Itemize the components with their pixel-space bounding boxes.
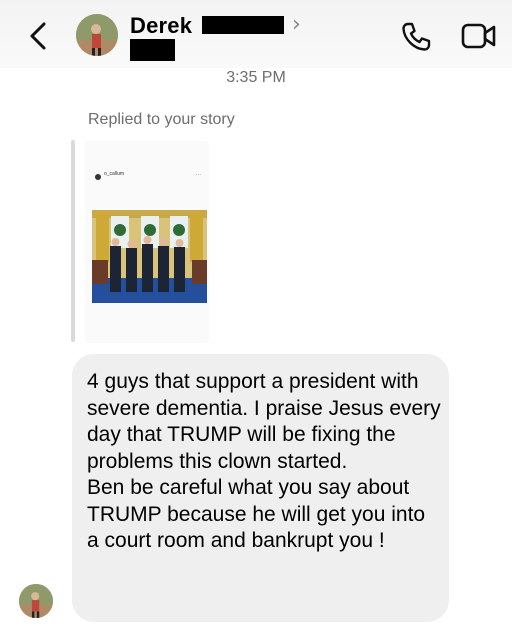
story-avatar-icon (95, 174, 101, 180)
story-preview[interactable]: o_callum ··· (85, 141, 209, 343)
message-timestamp: 3:35 PM (226, 69, 286, 86)
message-paragraph: Ben be careful what you say about TRUMP … (87, 476, 426, 552)
message-paragraph: 4 guys that support a president with sev… (87, 370, 441, 473)
message-text: 4 guys that support a president with sev… (87, 369, 442, 555)
contact-name[interactable]: Derek (130, 13, 192, 39)
phone-icon[interactable] (400, 21, 432, 53)
message-bubble[interactable]: 4 guys that support a president with sev… (72, 354, 449, 622)
username-redaction (130, 39, 175, 61)
sender-avatar[interactable] (19, 584, 53, 618)
more-icon: ··· (196, 172, 201, 178)
chat-header: Derek › (0, 0, 512, 68)
back-chevron-icon[interactable] (24, 18, 54, 54)
reply-context-label: Replied to your story (88, 111, 235, 128)
name-redaction (202, 16, 284, 34)
reply-indicator-bar (71, 140, 75, 342)
story-photo (92, 210, 207, 303)
contact-avatar[interactable] (76, 14, 118, 56)
story-handle: o_callum (104, 171, 125, 177)
chevron-right-icon[interactable]: › (292, 12, 301, 37)
video-camera-icon[interactable] (461, 21, 497, 51)
